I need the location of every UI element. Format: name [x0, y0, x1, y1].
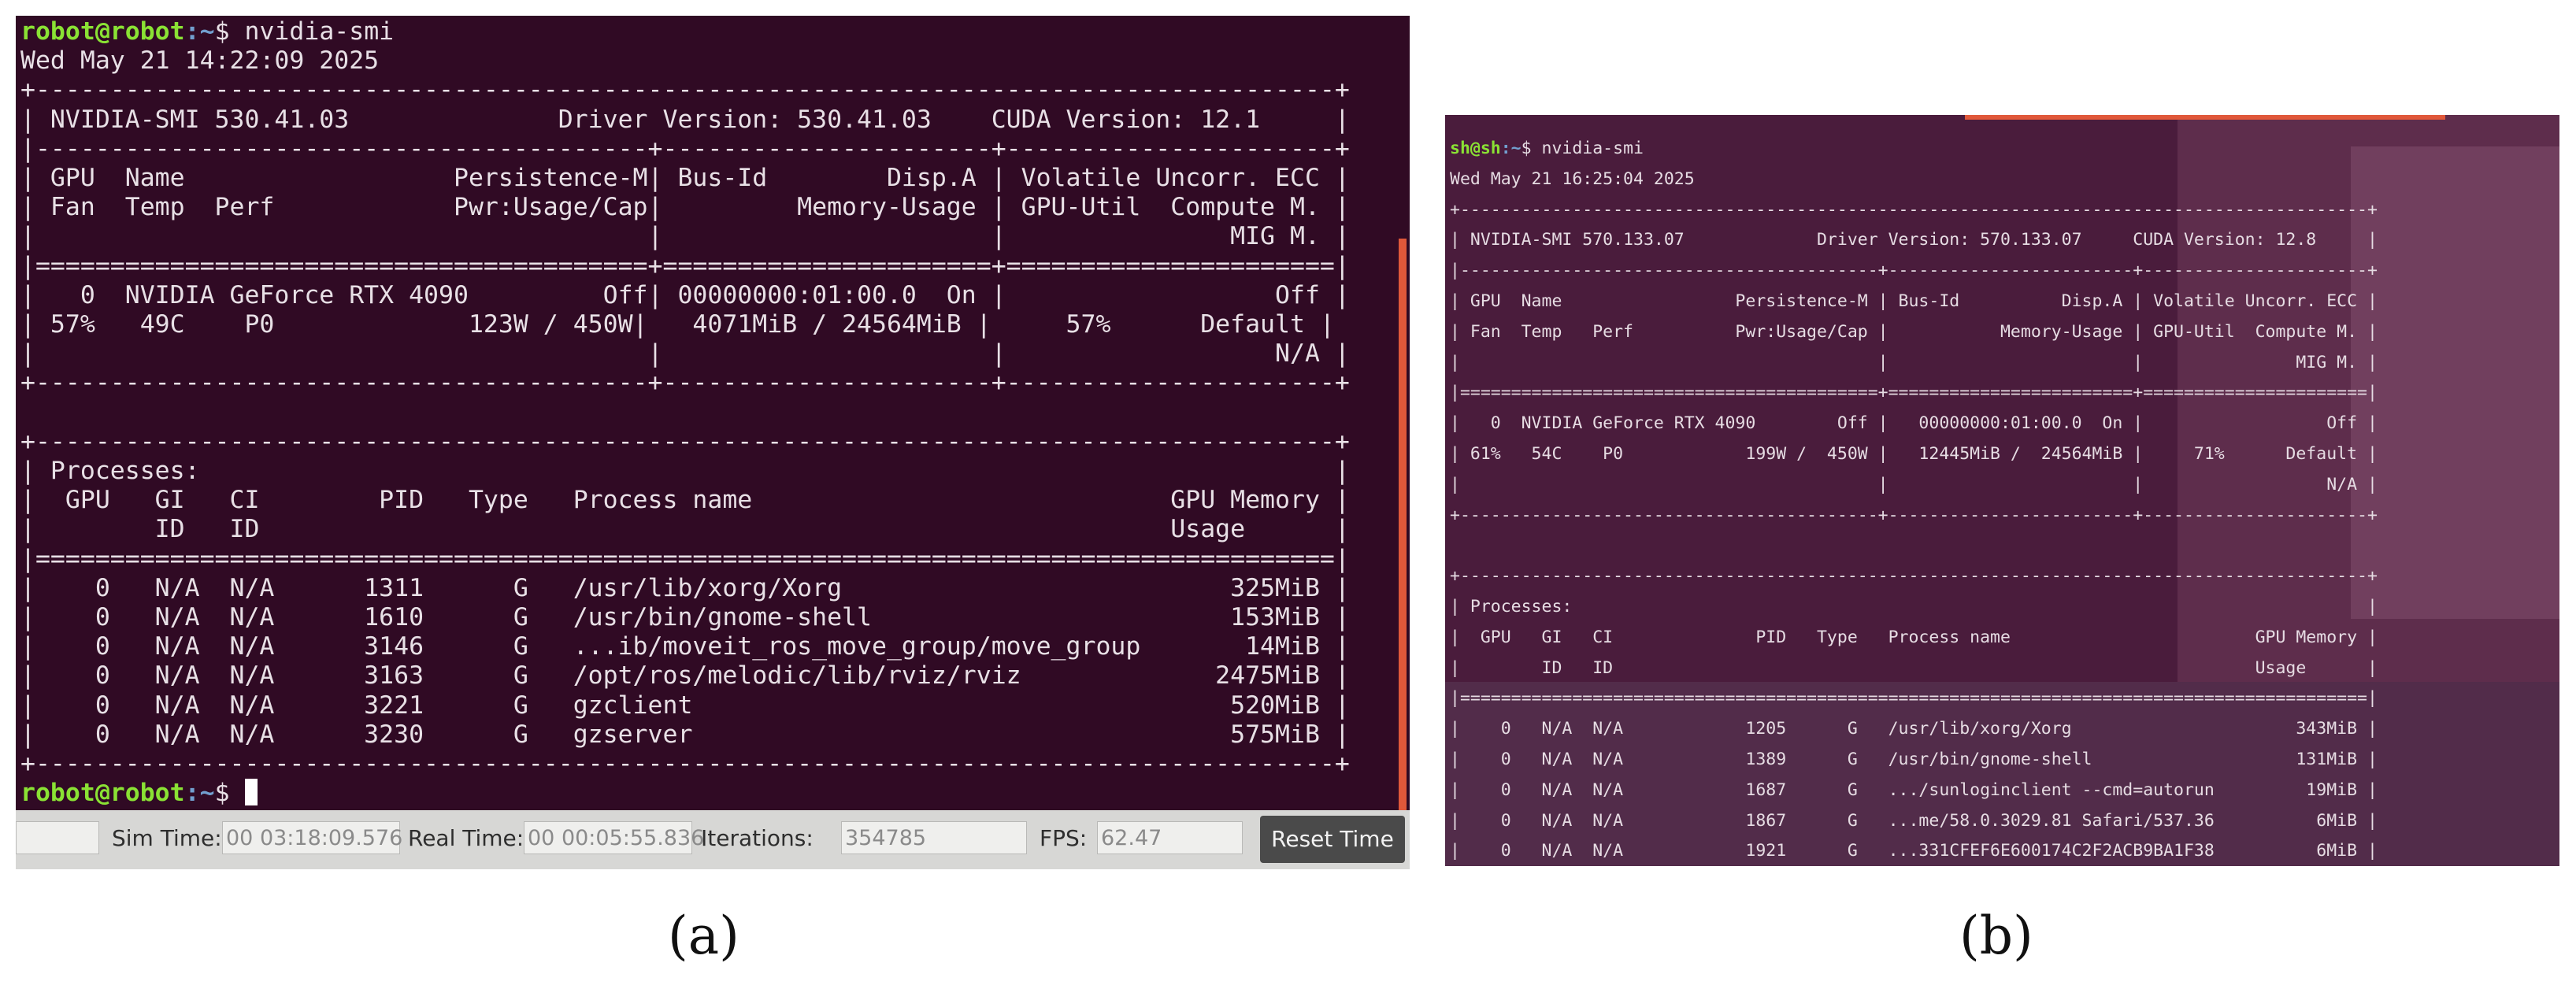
terminal-a-line: | 0 N/A N/A 1610 G /usr/bin/gnome-shell …	[20, 603, 1350, 632]
terminal-b-line: | 0 NVIDIA GeForce RTX 4090 Off | 000000…	[1450, 413, 2378, 434]
terminal-a-line: | Fan Temp Perf Pwr:Usage/Cap| Memory-Us…	[20, 193, 1350, 222]
terminal-b-line: |---------------------------------------…	[1450, 261, 2378, 281]
terminal-a-line: | | | N/A |	[20, 339, 1350, 368]
terminal-b-line: +---------------------------------------…	[1450, 505, 2378, 525]
terminal-b-line: | 0 N/A N/A 1867 G ...me/58.0.3029.81 Sa…	[1450, 810, 2378, 831]
terminal-cursor[interactable]	[244, 779, 258, 806]
terminal-b-line	[1450, 531, 2378, 561]
terminal-a-line: +---------------------------------------…	[20, 368, 1350, 398]
terminal-a-line	[20, 398, 1350, 428]
prompt-user: sh@sh	[1450, 139, 1501, 158]
terminal-b-line: +---------------------------------------…	[1450, 566, 2378, 587]
terminal-output-b[interactable]: sh@sh:~$ nvidia-smi Wed May 21 16:25:04 2…	[1450, 134, 2378, 866]
terminal-b-line: +---------------------------------------…	[1450, 199, 2378, 220]
terminal-a-line: | 57% 49C P0 123W / 450W| 4071MiB / 2456…	[20, 310, 1335, 339]
terminal-b-line: | Fan Temp Perf Pwr:Usage/Cap | Memory-U…	[1450, 321, 2378, 342]
terminal-b-line: | Processes: |	[1450, 596, 2378, 617]
caption-a: (a)	[668, 905, 739, 966]
iterations-label: Iterations:	[701, 825, 814, 851]
prompt-path: :~	[184, 17, 215, 46]
prompt-user: robot@robot	[20, 779, 185, 808]
terminal-a-line: | 0 N/A N/A 1311 G /usr/lib/xorg/Xorg 32…	[20, 573, 1350, 602]
terminal-window-b[interactable]: sh@sh:~$ nvidia-smi Wed May 21 16:25:04 2…	[1445, 115, 2559, 866]
terminal-a-line: | Processes: |	[20, 457, 1350, 486]
terminal-b-line: | 0 N/A N/A 1921 G ...331CFEF6E600174C2F…	[1450, 841, 2378, 861]
terminal-b-line: | 0 N/A N/A 1205 G /usr/lib/xorg/Xorg 34…	[1450, 719, 2378, 739]
terminal-a-prompt-line: robot@robot:~$	[20, 779, 1350, 808]
prompt-user: robot@robot	[20, 17, 185, 46]
fps-field: 62.47	[1097, 821, 1243, 854]
terminal-a-line: | 0 NVIDIA GeForce RTX 4090 Off| 0000000…	[20, 280, 1350, 309]
terminal-a-line: | GPU Name Persistence-M| Bus-Id Disp.A …	[20, 164, 1350, 193]
terminal-scrollbar[interactable]	[1399, 239, 1407, 810]
terminal-b-line: | | | MIG M. |	[1450, 352, 2378, 372]
status-field-blank	[16, 821, 99, 854]
terminal-a-line: | 0 N/A N/A 3163 G /opt/ros/melodic/lib/…	[20, 661, 1350, 691]
reset-time-button[interactable]: Reset Time	[1260, 816, 1405, 863]
fps-label: FPS:	[1040, 825, 1088, 851]
real-time-field: 00 00:05:55.836	[524, 821, 704, 854]
prompt-command: $	[214, 779, 245, 808]
terminal-a-line: |=======================================…	[20, 251, 1350, 280]
prompt-command: $ nvidia-smi	[214, 17, 395, 46]
terminal-a-line: | 0 N/A N/A 3146 G ...ib/moveit_ros_move…	[20, 632, 1350, 661]
terminal-window-a[interactable]: robot@robot:~$ nvidia-smi Wed May 21 14:2…	[16, 16, 1410, 869]
terminal-a-line: Wed May 21 14:22:09 2025	[20, 46, 380, 76]
prompt-command: $ nvidia-smi	[1521, 139, 1644, 158]
terminal-b-line: | 0 N/A N/A 1389 G /usr/bin/gnome-shell …	[1450, 749, 2378, 769]
terminal-b-line: Wed May 21 16:25:04 2025	[1450, 168, 1695, 189]
terminal-a-line: | ID ID Usage |	[20, 515, 1350, 544]
terminal-b-line: | 61% 54C P0 199W / 450W | 12445MiB / 24…	[1450, 443, 2378, 464]
gazebo-status-bar: Sim Time: 00 03:18:09.576 Real Time: 00 …	[16, 810, 1410, 869]
prompt-path: :~	[184, 779, 215, 808]
terminal-a-line: | 0 N/A N/A 3221 G gzclient 520MiB |	[20, 691, 1350, 720]
terminal-a-line: | NVIDIA-SMI 530.41.03 Driver Version: 5…	[20, 105, 1350, 134]
terminal-b-line: | GPU Name Persistence-M | Bus-Id Disp.A…	[1450, 291, 2378, 311]
terminal-b-line: | | | N/A |	[1450, 474, 2378, 494]
terminal-b-prompt-line: sh@sh:~$ nvidia-smi	[1450, 134, 2378, 165]
prompt-path: :~	[1500, 139, 1522, 158]
terminal-b-line: | ID ID Usage |	[1450, 657, 2378, 678]
terminal-b-line: | NVIDIA-SMI 570.133.07 Driver Version: …	[1450, 230, 2378, 250]
terminal-a-line: | | | MIG M. |	[20, 222, 1350, 251]
real-time-label: Real Time:	[408, 825, 524, 851]
sim-time-field: 00 03:18:09.576	[222, 821, 402, 854]
terminal-a-line: |=======================================…	[20, 544, 1350, 573]
terminal-b-line: |=======================================…	[1450, 383, 2378, 403]
terminal-a-line: |---------------------------------------…	[20, 134, 1350, 163]
terminal-a-prompt-line: robot@robot:~$ nvidia-smi	[20, 17, 1350, 46]
terminal-a-line: +---------------------------------------…	[20, 750, 1350, 779]
terminal-b-line: | 0 N/A N/A 1687 G .../sunloginclient --…	[1450, 779, 2378, 800]
terminal-a-line: | 0 N/A N/A 3230 G gzserver 575MiB |	[20, 720, 1350, 749]
terminal-a-line: +---------------------------------------…	[20, 76, 1350, 105]
terminal-a-line: | GPU GI CI PID Type Process name GPU Me…	[20, 486, 1350, 515]
terminal-b-line: |=======================================…	[1450, 688, 2378, 709]
terminal-b-line: | GPU GI CI PID Type Process name GPU Me…	[1450, 627, 2378, 647]
iterations-field: 354785	[841, 821, 1027, 854]
terminal-a-line: +---------------------------------------…	[20, 427, 1350, 456]
caption-b: (b)	[1959, 905, 2033, 966]
terminal-output-a[interactable]: robot@robot:~$ nvidia-smi Wed May 21 14:2…	[20, 17, 1350, 808]
sim-time-label: Sim Time:	[112, 825, 222, 851]
